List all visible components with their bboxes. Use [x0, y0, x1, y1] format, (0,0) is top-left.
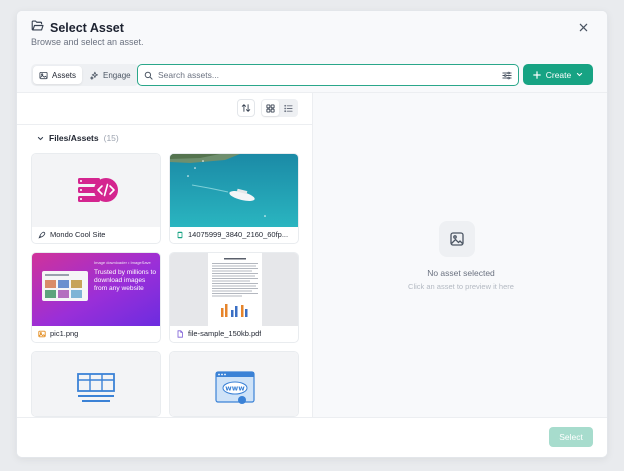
close-icon	[579, 23, 587, 31]
dialog-title: Select Asset	[50, 21, 124, 35]
rocket-icon	[38, 231, 46, 239]
tab-assets[interactable]: Assets	[33, 66, 83, 84]
asset-card[interactable]: file-sample_150kb.pdf	[169, 252, 299, 343]
source-tabs: Assets Engage	[31, 64, 139, 86]
www-icon: www	[215, 371, 255, 404]
sparkles-icon	[90, 71, 99, 80]
asset-caption: 14075999_3840_2160_60fp...	[176, 230, 292, 239]
list-view-button[interactable]	[280, 100, 297, 116]
toolbar: Assets Engage Create	[17, 57, 607, 93]
chevron-down-icon	[37, 136, 44, 140]
create-label: Create	[545, 69, 572, 80]
sea-yacht-thumbnail	[170, 154, 298, 227]
dialog-footer: Select	[17, 417, 607, 457]
sort-button[interactable]	[237, 99, 255, 117]
search-input[interactable]	[158, 70, 497, 80]
empty-state-subtitle: Click an asset to preview it here	[408, 282, 514, 291]
select-button[interactable]: Select	[549, 427, 593, 447]
asset-caption: file-sample_150kb.pdf	[176, 329, 292, 338]
chevron-down-icon	[577, 72, 583, 77]
file-icon	[177, 329, 183, 338]
asset-name: pic1.png	[50, 329, 79, 338]
folder-open-icon	[31, 19, 44, 37]
asset-thumbnail: www	[170, 352, 298, 416]
pdf-page-thumbnail	[208, 253, 262, 326]
dialog-header: Select Asset Browse and select an asset.	[17, 11, 607, 57]
asset-thumbnail	[32, 154, 160, 227]
asset-browser: Files/Assets (15) Mondo Cool Site 140759…	[17, 93, 313, 417]
tab-assets-label: Assets	[52, 70, 77, 80]
sort-icon	[241, 104, 251, 112]
asset-card[interactable]: www	[169, 351, 299, 417]
asset-name: 14075999_3840_2160_60fp...	[188, 230, 289, 239]
promo-small-text: Image downloader • ImageSave	[94, 260, 151, 265]
tab-engage-label: Engage	[103, 70, 131, 80]
title-row: Select Asset	[31, 19, 124, 37]
asset-caption: Mondo Cool Site	[38, 230, 154, 239]
view-toggle	[261, 99, 298, 117]
asset-thumbnail: Image downloader • ImageSave Trusted by …	[32, 253, 160, 326]
svg-text:www: www	[225, 385, 245, 393]
folder-header[interactable]: Files/Assets (15)	[37, 133, 119, 143]
asset-card[interactable]: 14075999_3840_2160_60fp...	[169, 153, 299, 244]
view-bar	[17, 93, 312, 125]
folder-name: Files/Assets	[49, 133, 99, 143]
asset-thumbnail	[32, 352, 160, 416]
code-server-icon	[78, 178, 118, 202]
grid-icon	[266, 103, 275, 113]
list-icon	[284, 104, 293, 112]
empty-state-title: No asset selected	[427, 268, 495, 278]
asset-thumbnail	[170, 253, 298, 326]
preview-panel: No asset selected Click an asset to prev…	[313, 93, 607, 417]
asset-card[interactable]	[31, 351, 161, 417]
dialog-subtitle: Browse and select an asset.	[31, 37, 144, 47]
asset-card[interactable]: Mondo Cool Site	[31, 153, 161, 244]
image-icon	[38, 330, 46, 337]
select-asset-dialog: Select Asset Browse and select an asset.…	[16, 10, 608, 458]
film-icon	[177, 231, 183, 238]
asset-caption: pic1.png	[38, 329, 154, 338]
search-icon	[144, 71, 153, 80]
promo-text: Trusted by millions to download images f…	[94, 269, 157, 292]
image-icon	[39, 71, 48, 79]
filter-icon[interactable]	[502, 71, 512, 80]
close-button[interactable]	[576, 20, 590, 34]
asset-name: file-sample_150kb.pdf	[188, 329, 262, 338]
asset-card[interactable]: Image downloader • ImageSave Trusted by …	[31, 252, 161, 343]
layout-icon	[77, 373, 115, 402]
search-box[interactable]	[137, 64, 519, 86]
grid-view-button[interactable]	[262, 100, 279, 116]
tab-engage[interactable]: Engage	[84, 66, 137, 84]
folder-count: (15)	[103, 133, 119, 143]
asset-name: Mondo Cool Site	[50, 230, 106, 239]
plus-icon	[532, 70, 541, 79]
create-button[interactable]: Create	[523, 64, 593, 85]
asset-thumbnail	[170, 154, 298, 227]
placeholder-image-icon	[439, 221, 475, 257]
